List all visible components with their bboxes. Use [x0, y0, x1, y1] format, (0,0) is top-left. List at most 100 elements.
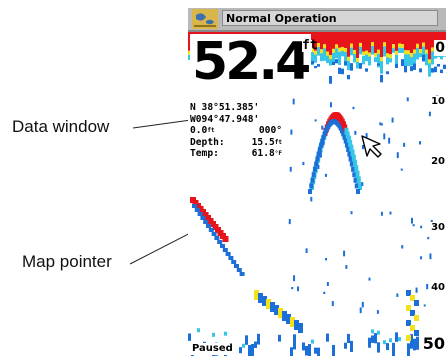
bottom-return [251, 344, 254, 356]
structure-shadow [228, 256, 234, 260]
surface-return [326, 32, 329, 52]
bottom-return [245, 335, 248, 345]
depth-scale-10: 10 [430, 96, 446, 107]
structure-shadow [217, 240, 223, 244]
surface-return-fringe [404, 65, 407, 73]
surface-return-fringe [395, 63, 398, 68]
surface-return [329, 32, 332, 56]
fish-arch-shadow [309, 183, 314, 189]
surface-return-fringe [386, 57, 389, 65]
surface-return-fringe [416, 47, 419, 60]
surface-return-fringe [386, 71, 389, 75]
surface-return-fringe [338, 67, 341, 74]
data-window: N 38°51.385' W094°47.948' 0.0ft 000° Dep… [190, 102, 284, 160]
surface-return-fringe [359, 46, 362, 55]
noise-return [410, 217, 413, 224]
heading-value: 000° [258, 125, 282, 136]
surface-return-fringe [389, 58, 392, 63]
bottom-return [413, 338, 416, 351]
surface-return-fringe [380, 74, 383, 83]
surface-return-fringe [365, 54, 368, 62]
surface-return [386, 32, 389, 54]
bottom-return [332, 344, 335, 356]
surface-return-fringe [440, 69, 443, 74]
noise-return [326, 282, 329, 286]
noise-return [314, 119, 317, 122]
surface-return-edge [344, 48, 347, 53]
fish-finder-icon [192, 9, 218, 29]
noise-return [317, 164, 320, 170]
map-pointer-icon[interactable] [360, 134, 384, 158]
surface-return [401, 32, 404, 45]
surface-return [335, 32, 338, 45]
structure-shadow [231, 260, 237, 264]
depth-label: Depth: [190, 136, 225, 148]
surface-return-fringe [413, 63, 416, 70]
noise-return [296, 286, 299, 292]
depth-row: Depth: 15.5ft [190, 137, 284, 149]
noise-return [350, 211, 353, 215]
bottom-return [197, 328, 200, 333]
sonar-screen[interactable]: Normal Operation 52.4 ft N 38°51.385' W0… [188, 8, 446, 356]
surface-return [410, 32, 413, 54]
noise-return [376, 310, 379, 314]
fish-arch-shadow [317, 146, 322, 152]
surface-return-fringe [434, 66, 437, 73]
fish-arch-shadow [356, 189, 360, 194]
structure-shadow [222, 248, 228, 252]
surface-return [371, 32, 374, 43]
noise-return [324, 173, 327, 177]
structure-shadow [192, 204, 197, 208]
surface-return-fringe [320, 53, 323, 62]
structure-shadow [220, 244, 225, 248]
surface-return [353, 32, 356, 51]
latitude-row: N 38°51.385' [190, 102, 284, 114]
surface-return [404, 32, 407, 51]
bottom-return [350, 340, 353, 353]
noise-return [420, 225, 423, 229]
surface-return-edge [383, 42, 386, 47]
bottom-return [278, 334, 281, 342]
surface-return-fringe [329, 76, 332, 84]
surface-return [338, 32, 341, 48]
structure-shadow [234, 264, 239, 268]
noise-return [412, 224, 415, 227]
longitude-row: W094°47.948' [190, 114, 284, 126]
surface-return-fringe [347, 74, 350, 80]
surface-return-fringe [341, 68, 344, 75]
bottom-return [383, 340, 386, 345]
temp-value: 61.8 [251, 148, 275, 159]
surface-return [320, 32, 323, 50]
bottom-return [188, 333, 191, 341]
noise-return [396, 293, 399, 297]
surface-return [398, 32, 401, 44]
speed-unit: ft [207, 127, 215, 134]
surface-return-fringe [392, 48, 395, 53]
noise-return [380, 211, 383, 216]
surface-return-fringe [347, 60, 350, 71]
title-bar: Normal Operation [188, 8, 446, 32]
noise-return [305, 248, 308, 254]
surface-return [428, 32, 431, 60]
bottom-return [374, 333, 377, 344]
surface-return-edge [392, 44, 395, 49]
surface-return [395, 32, 398, 51]
noise-return [428, 111, 431, 117]
bottom-return [257, 333, 260, 345]
noise-return [329, 102, 332, 108]
noise-return [401, 245, 404, 249]
noise-return [293, 275, 296, 282]
surface-return [419, 32, 422, 50]
bottom-return [248, 345, 251, 356]
noise-return [389, 211, 392, 215]
bottom-return [293, 334, 296, 350]
depth-unit: ft [302, 39, 318, 52]
surface-return-fringe [362, 55, 365, 65]
surface-return-edge [338, 47, 341, 52]
depth-scale-20: 20 [430, 156, 446, 167]
surface-return-fringe [383, 46, 386, 57]
surface-return-fringe [314, 54, 317, 63]
fish-arch-shadow [310, 177, 315, 183]
surface-return-edge [398, 43, 401, 48]
surface-return-fringe [422, 46, 425, 55]
